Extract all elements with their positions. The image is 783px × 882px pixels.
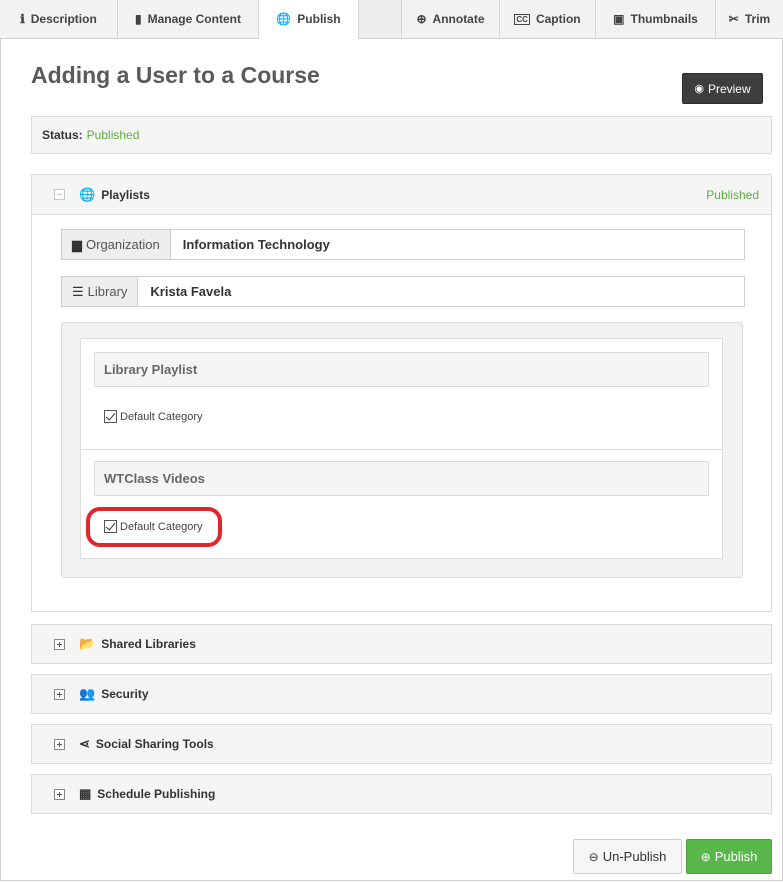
schedule-publishing-header[interactable]: ▦ Schedule Publishing — [32, 775, 771, 813]
social-sharing-panel[interactable]: ⋖ Social Sharing Tools — [31, 724, 772, 764]
tab-trim[interactable]: ✂ Trim — [716, 0, 783, 38]
tab-publish[interactable]: 🌐 Publish — [259, 0, 359, 39]
unpublish-button[interactable]: ⊖ Un-Publish — [573, 839, 682, 874]
publish-button[interactable]: ⊕ Publish — [686, 839, 772, 874]
organization-addon: ▆ Organization — [62, 230, 171, 259]
expand-icon[interactable] — [54, 638, 65, 650]
playlists-title: Playlists — [101, 187, 150, 202]
security-header[interactable]: 👥 Security — [32, 675, 771, 713]
schedule-publishing-panel[interactable]: ▦ Schedule Publishing — [31, 774, 772, 814]
list-icon: ☰ — [72, 283, 84, 299]
playlist-group-header: Library Playlist — [94, 352, 709, 387]
organization-field[interactable]: ▆ Organization Information Technology — [61, 229, 745, 260]
file-icon: ▮ — [135, 12, 142, 26]
globe-icon: 🌐 — [79, 186, 96, 202]
scissors-icon: ✂ — [728, 12, 739, 26]
library-addon: ☰ Library — [62, 277, 139, 306]
preview-button[interactable]: ◉ Preview — [682, 73, 763, 104]
library-value: Krista Favela — [150, 284, 232, 299]
tab-caption[interactable]: CC Caption — [500, 0, 596, 38]
playlists-status: Published — [706, 187, 759, 202]
status-label: Status: — [42, 128, 83, 142]
divider — [80, 449, 723, 450]
expand-icon[interactable] — [54, 738, 65, 750]
playlists-panel-header[interactable]: 🌐 Playlists Published — [32, 175, 771, 215]
tab-bar: ℹ Description ▮ Manage Content 🌐 Publish ⊕ A… — [0, 0, 783, 39]
status-value: Published — [86, 128, 140, 142]
status-bar: Status: Published — [31, 116, 772, 154]
organization-value: Information Technology — [182, 237, 330, 252]
eye-icon: ◉ — [694, 83, 704, 95]
social-sharing-header[interactable]: ⋖ Social Sharing Tools — [32, 725, 771, 763]
tab-blank[interactable] — [359, 0, 402, 38]
playlist-category-item[interactable]: Default Category — [104, 410, 203, 423]
minus-circle-icon: ⊖ — [588, 849, 599, 864]
expand-icon[interactable] — [54, 688, 65, 700]
tab-thumbnails[interactable]: ▣ Thumbnails — [596, 0, 716, 38]
checkbox-checked[interactable] — [104, 410, 117, 423]
tab-annotate[interactable]: ⊕ Annotate — [402, 0, 500, 38]
arrow-up-circle-icon: ⊕ — [700, 849, 711, 864]
expand-icon[interactable] — [54, 788, 65, 800]
tab-description[interactable]: ℹ Description — [0, 0, 118, 38]
tab-manage-content[interactable]: ▮ Manage Content — [118, 0, 259, 38]
folder-open-icon: 📂 — [79, 636, 96, 651]
security-panel[interactable]: 👥 Security — [31, 674, 772, 714]
building-icon: ▆ — [72, 236, 82, 252]
search-plus-icon: ⊕ — [416, 12, 427, 26]
image-icon: ▣ — [613, 12, 625, 26]
collapse-icon[interactable] — [54, 189, 65, 200]
info-icon: ℹ — [20, 12, 25, 26]
shared-libraries-header[interactable]: 📂 Shared Libraries — [32, 625, 771, 663]
highlight-circle — [86, 507, 222, 547]
closed-caption-icon: CC — [514, 13, 530, 25]
library-field[interactable]: ☰ Library Krista Favela — [61, 276, 745, 307]
users-icon: 👥 — [79, 686, 96, 701]
page-title: Adding a User to a Course — [31, 62, 320, 88]
shared-libraries-panel[interactable]: 📂 Shared Libraries — [31, 624, 772, 664]
globe-icon: 🌐 — [276, 12, 292, 26]
playlist-group-header: WTClass Videos — [94, 461, 709, 496]
calendar-icon: ▦ — [79, 786, 92, 801]
share-icon: ⋖ — [79, 736, 90, 751]
